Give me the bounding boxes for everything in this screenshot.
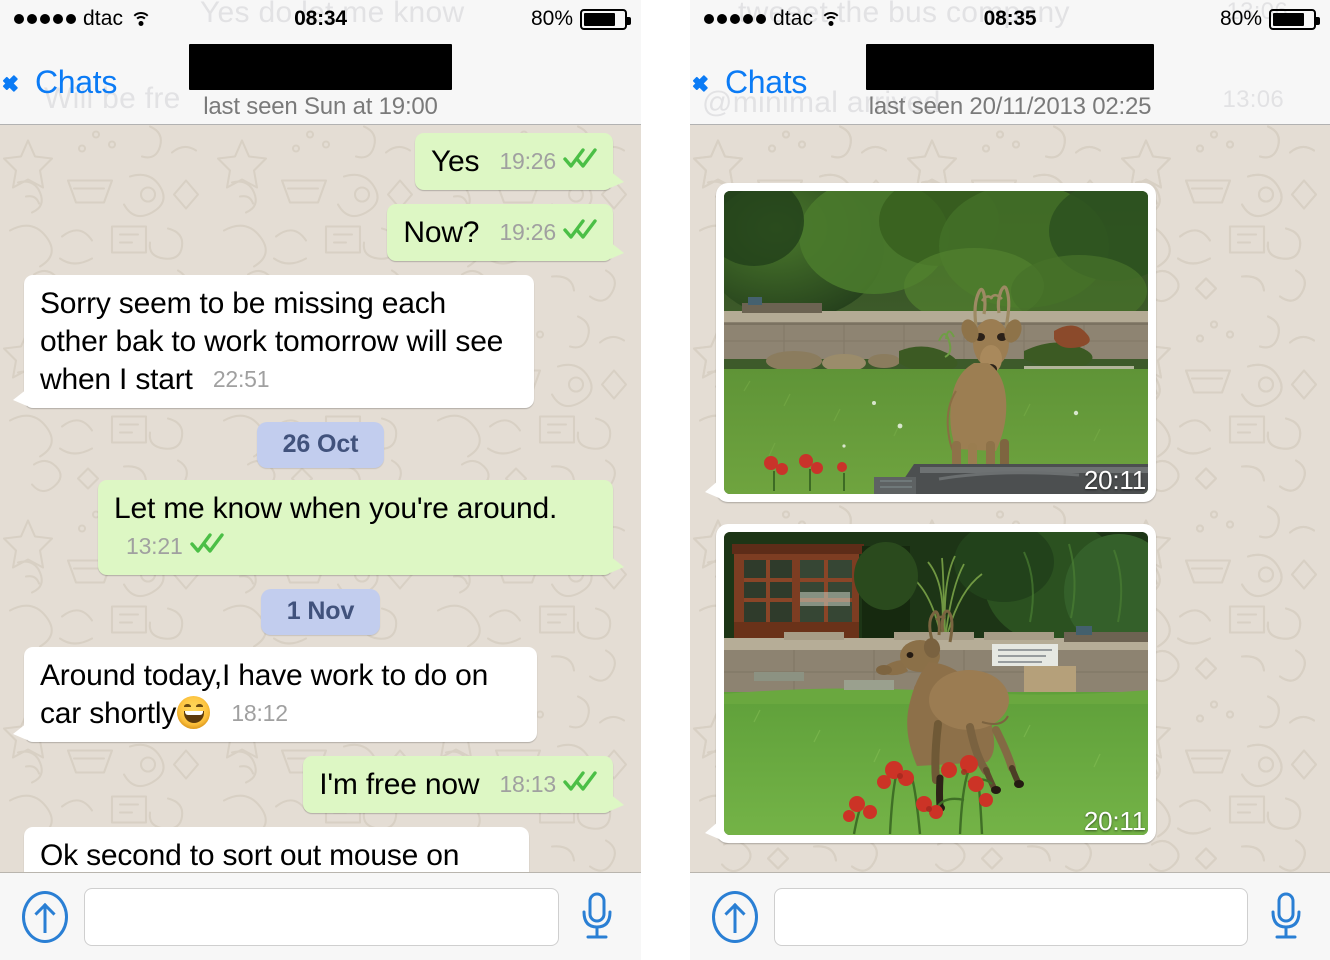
message-text: Ok second to sort out mouse on mac	[40, 839, 460, 872]
message-row: 20:11	[690, 183, 1330, 502]
message-meta: 13:21	[126, 527, 224, 565]
message-time: 19:26	[499, 148, 556, 174]
battery-percent-label: 80%	[1219, 7, 1262, 30]
message-meta: 18:12	[231, 694, 288, 732]
arrow-up-circle-icon[interactable]	[22, 890, 68, 943]
phone-screenshot-left: Yes do let me know dtac 08:34 80% Will b…	[0, 0, 641, 960]
message-text: Yes	[430, 145, 480, 178]
double-check-icon	[563, 147, 597, 169]
message-row: 20:11	[690, 524, 1330, 843]
screenshot-pair: Yes do let me know dtac 08:34 80% Will b…	[0, 0, 1330, 960]
message-time: 18:13	[499, 771, 556, 797]
message-time: 13:21	[126, 533, 183, 559]
photo-time: 20:11	[1083, 806, 1146, 836]
microphone-icon[interactable]	[1264, 888, 1308, 946]
message-meta: 18:13	[499, 765, 597, 803]
message-text: Now?	[403, 216, 480, 249]
message-bubble-outgoing[interactable]: I'm free now 18:13	[303, 756, 624, 813]
photo-time: 20:11	[1083, 465, 1146, 495]
photo-message-bubble[interactable]: 20:11	[705, 524, 1156, 843]
battery-icon	[1269, 8, 1320, 30]
message-meta: 19:26	[499, 142, 597, 180]
photo-message-bubble[interactable]: 20:11	[705, 183, 1156, 502]
message-row: I'm free now 18:13	[0, 756, 641, 813]
photo-deer-profile-by-shed[interactable]	[724, 532, 1148, 835]
last-seen-label: last seen 20/11/2013 02:25	[868, 93, 1152, 120]
contact-name-redacted	[189, 44, 452, 90]
message-meta: 19:26	[499, 213, 597, 251]
grinning-face-emoji-icon	[177, 696, 211, 729]
message-time: 22:51	[212, 366, 270, 392]
message-meta: 22:51	[213, 360, 270, 398]
chat-scroll-area[interactable]: 20:11 20:11	[690, 125, 1330, 872]
contact-name-redacted	[866, 44, 1154, 90]
contact-header[interactable]: last seen Sun at 19:00	[0, 44, 641, 121]
message-input-bar	[0, 872, 641, 960]
message-bubble-outgoing[interactable]: Now? 19:26	[387, 204, 624, 261]
message-bubble-incoming[interactable]: Sorry seem to be missing each other bak …	[13, 275, 534, 408]
message-list: 20:11 20:11	[690, 183, 1330, 872]
date-separator-row: 1 Nov	[0, 589, 641, 635]
message-bubble-incoming[interactable]: Ok second to sort out mouse on mac 18:14	[24, 827, 529, 872]
message-text: Let me know when you're around.	[114, 492, 558, 525]
message-row: Around today,I have work to do on car sh…	[0, 647, 641, 742]
chat-scroll-area[interactable]: Yes 19:26 Now? 19:26 Sorry seem to be mi…	[0, 125, 641, 872]
double-check-icon	[563, 770, 597, 792]
message-bubble-incoming[interactable]: Around today,I have work to do on car sh…	[13, 647, 537, 742]
nav-bar: Will be fre Chats last seen Sun at 19:00	[0, 38, 641, 125]
phone-screenshot-right: tweeet the bus company 13:06 dtac 08:35 …	[690, 0, 1330, 960]
message-time: 19:26	[499, 219, 556, 245]
microphone-icon[interactable]	[575, 888, 619, 946]
date-separator: 1 Nov	[260, 589, 381, 635]
message-row: Sorry seem to be missing each other bak …	[0, 275, 641, 408]
message-row: Let me know when you're around. 13:21	[0, 480, 641, 575]
message-bubble-outgoing[interactable]: Yes 19:26	[414, 133, 625, 190]
status-bar: Yes do let me know dtac 08:34 80%	[0, 0, 641, 38]
status-bar: tweeet the bus company 13:06 dtac 08:35 …	[690, 0, 1330, 38]
date-separator: 26 Oct	[256, 422, 385, 468]
date-separator-row: 26 Oct	[0, 422, 641, 468]
status-bar-right: 80%	[530, 7, 631, 31]
photo-deer-facing-camera[interactable]	[724, 191, 1148, 494]
message-row: Ok second to sort out mouse on mac 18:14	[0, 827, 641, 872]
message-input[interactable]	[84, 887, 559, 946]
status-bar-right: 80%	[1219, 7, 1320, 31]
battery-percent-label: 80%	[530, 7, 573, 30]
message-row: Now? 19:26	[0, 204, 641, 261]
battery-icon	[580, 8, 631, 30]
message-list: Yes 19:26 Now? 19:26 Sorry seem to be mi…	[0, 133, 641, 872]
message-text: Sorry seem to be missing each other bak …	[40, 287, 504, 396]
message-input[interactable]	[774, 887, 1248, 946]
message-row: Yes 19:26	[0, 133, 641, 190]
contact-header[interactable]: last seen 20/11/2013 02:25	[690, 44, 1330, 121]
nav-bar: @minimal arrived 13:06 Chats last seen 2…	[690, 38, 1330, 125]
arrow-up-circle-icon[interactable]	[712, 890, 758, 943]
message-time: 18:12	[231, 700, 288, 726]
double-check-icon	[563, 218, 597, 240]
message-input-bar	[690, 872, 1330, 960]
last-seen-label: last seen Sun at 19:00	[203, 93, 438, 120]
double-check-icon	[189, 532, 224, 554]
message-bubble-outgoing[interactable]: Let me know when you're around. 13:21	[98, 480, 624, 575]
message-text: I'm free now	[319, 768, 480, 801]
